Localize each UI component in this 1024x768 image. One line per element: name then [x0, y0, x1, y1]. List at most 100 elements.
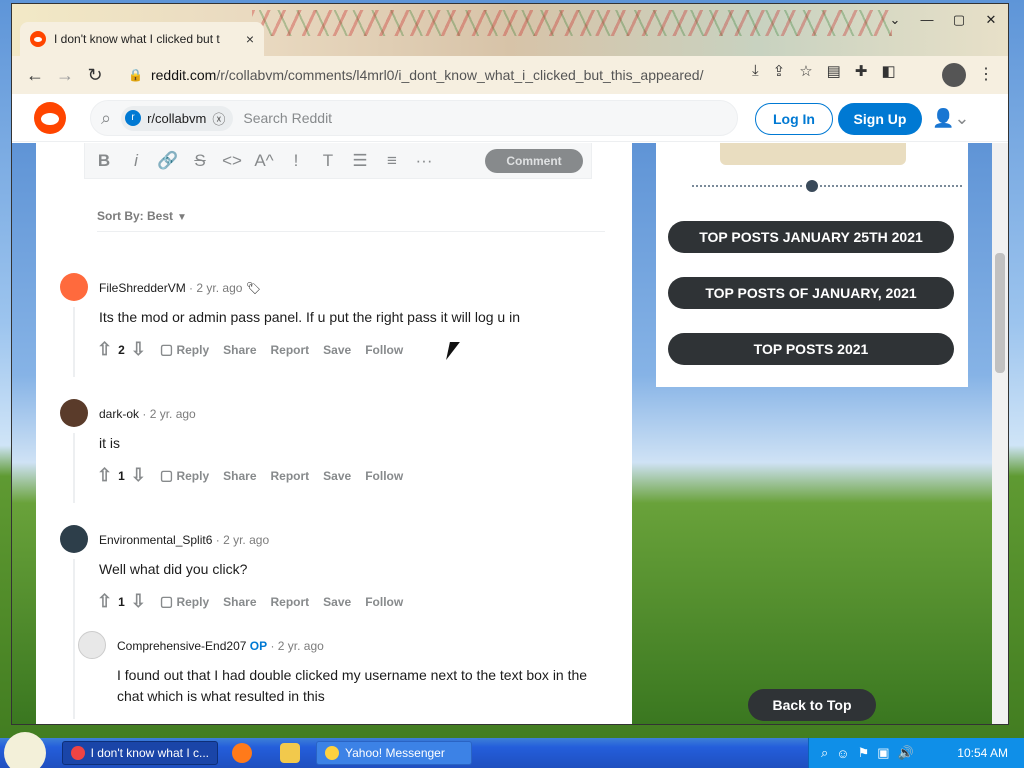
- thread-line[interactable]: [73, 307, 75, 377]
- search-bar[interactable]: ⌕ r r/collabvm ⓧ Search Reddit: [90, 100, 738, 136]
- task-label: I don't know what I c...: [90, 746, 209, 760]
- share-page-icon[interactable]: ⇪: [773, 62, 786, 80]
- install-icon[interactable]: ⤓: [752, 62, 759, 80]
- messenger-tray-icon[interactable]: ☺: [836, 746, 849, 761]
- search-input[interactable]: Search Reddit: [243, 110, 332, 126]
- search-tray-icon[interactable]: ⌕: [821, 745, 828, 761]
- browser-menu-icon[interactable]: ⋮: [978, 64, 994, 84]
- chip-clear-icon[interactable]: ⓧ: [212, 109, 225, 128]
- vote-score: 2: [118, 342, 125, 357]
- save-button[interactable]: Save: [323, 595, 351, 609]
- report-button[interactable]: Report: [271, 469, 310, 483]
- report-button[interactable]: Report: [271, 595, 310, 609]
- display-tray-icon[interactable]: ▣: [877, 745, 889, 761]
- comment-submit-button[interactable]: Comment: [485, 148, 583, 173]
- reply-button[interactable]: ▢ Reply: [160, 593, 209, 610]
- sort-dropdown[interactable]: Sort By: Best ▼: [97, 209, 187, 223]
- minimize-icon[interactable]: —: [918, 12, 936, 28]
- avatar[interactable]: [60, 525, 88, 553]
- italic-icon[interactable]: i: [125, 151, 147, 171]
- back-to-top-button[interactable]: Back to Top: [748, 689, 876, 721]
- subreddit-icon: r: [125, 110, 142, 126]
- username[interactable]: Comprehensive-End207: [117, 639, 246, 653]
- maximize-icon[interactable]: ▢: [950, 12, 968, 28]
- sidepanel-icon[interactable]: ◧: [881, 62, 895, 80]
- more-options-icon[interactable]: ···: [413, 151, 435, 171]
- share-button[interactable]: Share: [223, 595, 256, 609]
- timestamp[interactable]: 2 yr. ago: [150, 407, 196, 421]
- reload-icon[interactable]: ↻: [80, 60, 110, 90]
- follow-button[interactable]: Follow: [365, 595, 403, 609]
- vote-score: 1: [118, 594, 125, 609]
- scrollbar-thumb[interactable]: [995, 253, 1005, 373]
- vote-controls: ⇧ 2 ⇩: [97, 339, 146, 360]
- avatar[interactable]: [60, 273, 88, 301]
- username[interactable]: Environmental_Split6: [99, 533, 212, 547]
- downvote-icon[interactable]: ⇩: [131, 465, 146, 486]
- back-arrow-icon[interactable]: ←: [20, 60, 50, 90]
- taskbar-task-browser[interactable]: I don't know what I c...: [62, 741, 218, 765]
- login-button[interactable]: Log In: [755, 103, 833, 135]
- timestamp[interactable]: 2 yr. ago: [223, 533, 269, 547]
- numbered-list-icon[interactable]: ≡: [381, 151, 403, 171]
- downvote-icon[interactable]: ⇩: [131, 339, 146, 360]
- carousel-knob[interactable]: [804, 178, 820, 194]
- top-posts-day-button[interactable]: TOP POSTS JANUARY 25TH 2021: [668, 221, 954, 253]
- follow-button[interactable]: Follow: [365, 343, 403, 357]
- inline-code-icon[interactable]: <>: [221, 151, 243, 171]
- thread-line[interactable]: [73, 559, 75, 719]
- strikethrough-icon[interactable]: S: [189, 151, 211, 171]
- network-error-icon[interactable]: ⚑: [858, 745, 870, 761]
- browser-tab[interactable]: I don't know what I clicked but t ×: [20, 22, 264, 56]
- superscript-icon[interactable]: A^: [253, 151, 275, 171]
- save-button[interactable]: Save: [323, 343, 351, 357]
- username[interactable]: FileShredderVM: [99, 281, 186, 295]
- forward-arrow-icon[interactable]: →: [50, 60, 80, 90]
- comment-body: Well what did you click?: [99, 561, 248, 577]
- timestamp[interactable]: 2 yr. ago: [196, 281, 242, 295]
- bulleted-list-icon[interactable]: ☰: [349, 151, 371, 171]
- volume-icon[interactable]: 🔊: [898, 745, 914, 761]
- comment-body: I found out that I had double clicked my…: [117, 667, 588, 704]
- upvote-icon[interactable]: ⇧: [97, 339, 112, 360]
- upvote-icon[interactable]: ⇧: [97, 591, 112, 612]
- firefox-icon[interactable]: [232, 743, 252, 763]
- profile-avatar-icon[interactable]: [942, 63, 966, 87]
- username[interactable]: dark-ok: [99, 407, 139, 421]
- page-scrollbar[interactable]: [992, 143, 1008, 724]
- tab-search-icon[interactable]: ⌄: [886, 12, 904, 28]
- user-menu-icon[interactable]: 👤⌄: [932, 108, 970, 129]
- extension-flag-icon[interactable]: ▤: [827, 62, 841, 80]
- heading-icon[interactable]: T: [317, 151, 339, 171]
- comment-actions: ⇧ 1 ⇩ ▢ Reply Share Report Save Follow: [97, 591, 403, 612]
- puzzle-extensions-icon[interactable]: ✚: [855, 62, 868, 80]
- avatar[interactable]: [78, 631, 106, 659]
- save-button[interactable]: Save: [323, 469, 351, 483]
- report-button[interactable]: Report: [271, 343, 310, 357]
- thread-line[interactable]: [73, 433, 75, 503]
- top-posts-month-button[interactable]: TOP POSTS OF JANUARY, 2021: [668, 277, 954, 309]
- tab-title: I don't know what I clicked but t: [54, 32, 220, 46]
- spoiler-icon[interactable]: !: [285, 151, 307, 171]
- timestamp[interactable]: 2 yr. ago: [278, 639, 324, 653]
- top-posts-year-button[interactable]: TOP POSTS 2021: [668, 333, 954, 365]
- start-button[interactable]: [4, 732, 46, 768]
- reply-button[interactable]: ▢ Reply: [160, 341, 209, 358]
- share-button[interactable]: Share: [223, 343, 256, 357]
- reply-button[interactable]: ▢ Reply: [160, 467, 209, 484]
- upvote-icon[interactable]: ⇧: [97, 465, 112, 486]
- bookmark-star-icon[interactable]: ☆: [799, 62, 812, 80]
- share-button[interactable]: Share: [223, 469, 256, 483]
- reddit-logo-icon[interactable]: [34, 102, 66, 134]
- follow-button[interactable]: Follow: [365, 469, 403, 483]
- tab-close-icon[interactable]: ×: [246, 31, 254, 47]
- avatar[interactable]: [60, 399, 88, 427]
- taskbar-task-messenger[interactable]: Yahoo! Messenger: [316, 741, 472, 765]
- signup-button[interactable]: Sign Up: [838, 103, 922, 135]
- folder-icon[interactable]: [280, 743, 300, 763]
- subreddit-filter-chip[interactable]: r r/collabvm ⓧ: [121, 105, 234, 131]
- downvote-icon[interactable]: ⇩: [131, 591, 146, 612]
- bold-icon[interactable]: B: [93, 151, 115, 171]
- link-icon[interactable]: 🔗: [157, 151, 179, 171]
- close-window-icon[interactable]: ✕: [982, 12, 1000, 28]
